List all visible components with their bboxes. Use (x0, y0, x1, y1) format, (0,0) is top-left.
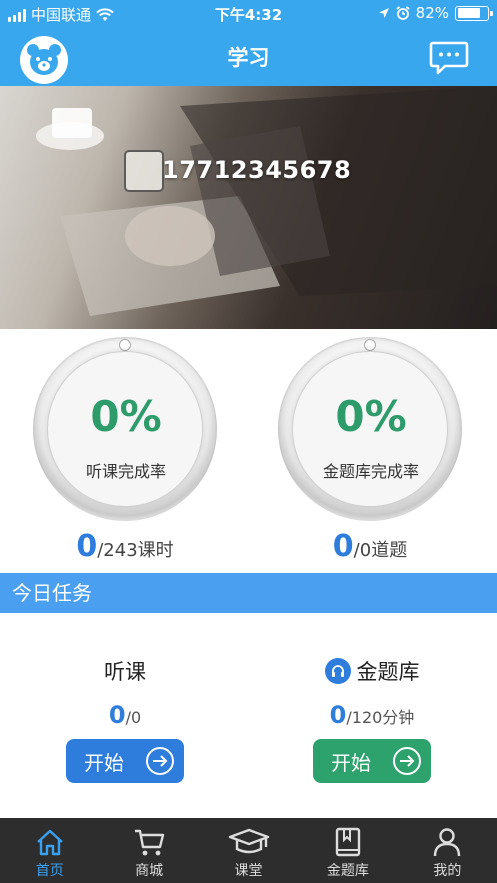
tab-classroom-label: 课堂 (234, 863, 263, 879)
question-percent: 0% (335, 392, 407, 441)
start-button-label: 开始 (331, 750, 371, 775)
task-questions-count-value: 0 (329, 701, 347, 729)
tab-questions[interactable]: 金题库 (298, 818, 397, 883)
tab-home[interactable]: 首页 (0, 818, 99, 883)
ring-inner: 0% 听课完成率 (47, 351, 203, 507)
status-right: 82% (378, 4, 493, 22)
arrow-right-icon (393, 747, 421, 775)
ring-knob (364, 339, 376, 351)
task-listen-count-total: /0 (125, 708, 142, 727)
task-listen-start-button[interactable]: 开始 (66, 739, 184, 783)
question-count-total: /0道题 (353, 540, 408, 561)
task-questions-start-button[interactable]: 开始 (313, 739, 431, 783)
tab-mine[interactable]: 我的 (398, 818, 497, 883)
location-icon (378, 8, 389, 18)
ring-knob (119, 339, 131, 351)
task-questions: 金题库 0/120分钟 开始 (292, 655, 452, 783)
task-listen-title-text: 听课 (104, 660, 146, 684)
progress-section: 0% 听课完成率 0/243课时 0% 金题库完成率 0/0道题 (0, 329, 497, 573)
tab-bar: 首页 商城 课堂 金题库 我的 (0, 818, 497, 883)
course-count: 0/243课时 (33, 529, 217, 564)
daily-tasks: 听课 0/0 开始 金题库 0/120分钟 开始 (0, 613, 497, 818)
book-icon (334, 826, 362, 858)
banner: 17712345678 (0, 86, 497, 329)
question-count-value: 0 (332, 529, 354, 564)
task-questions-title-text: 金题库 (356, 660, 420, 684)
tab-questions-label: 金题库 (326, 863, 369, 879)
battery-fill (457, 8, 481, 18)
tab-shop[interactable]: 商城 (99, 818, 198, 883)
tab-shop-label: 商城 (135, 863, 164, 879)
user-phone: 17712345678 (162, 156, 352, 184)
home-icon (35, 826, 65, 858)
status-bar: 中国联通 下午4:32 82% (0, 0, 497, 28)
course-count-total: /243课时 (97, 540, 174, 561)
task-listen: 听课 0/0 开始 (45, 655, 205, 783)
task-questions-count: 0/120分钟 (292, 701, 452, 729)
course-percent: 0% (90, 392, 162, 441)
tab-home-label: 首页 (35, 863, 64, 879)
battery-icon (455, 5, 493, 21)
question-percent-label: 金题库完成率 (322, 462, 419, 481)
tab-mine-label: 我的 (433, 863, 462, 879)
battery-percent: 82% (415, 4, 449, 22)
task-listen-title: 听课 (45, 655, 205, 687)
question-count: 0/0道题 (278, 529, 462, 564)
course-percent-label: 听课完成率 (85, 462, 166, 481)
arrow-right-icon (146, 747, 174, 775)
course-count-value: 0 (76, 529, 98, 564)
banner-photo (36, 86, 497, 316)
graduation-cap-icon (228, 826, 270, 858)
task-listen-count: 0/0 (45, 701, 205, 729)
tab-classroom[interactable]: 课堂 (199, 818, 298, 883)
cart-icon (133, 826, 165, 858)
ring-inner: 0% 金题库完成率 (292, 351, 448, 507)
section-title: 今日任务 (0, 573, 497, 613)
chat-bubble-icon[interactable] (429, 40, 469, 76)
nav-bar: 学习 (0, 28, 497, 86)
person-icon (433, 826, 461, 858)
page-title: 学习 (227, 46, 270, 70)
task-questions-title: 金题库 (292, 655, 452, 687)
start-button-label: 开始 (84, 750, 124, 775)
alarm-icon (396, 6, 410, 20)
course-progress-ring: 0% 听课完成率 (33, 337, 217, 521)
question-progress-ring: 0% 金题库完成率 (278, 337, 462, 521)
task-listen-count-value: 0 (108, 701, 126, 729)
task-questions-count-total: /120分钟 (346, 708, 415, 727)
headset-icon (324, 658, 351, 684)
